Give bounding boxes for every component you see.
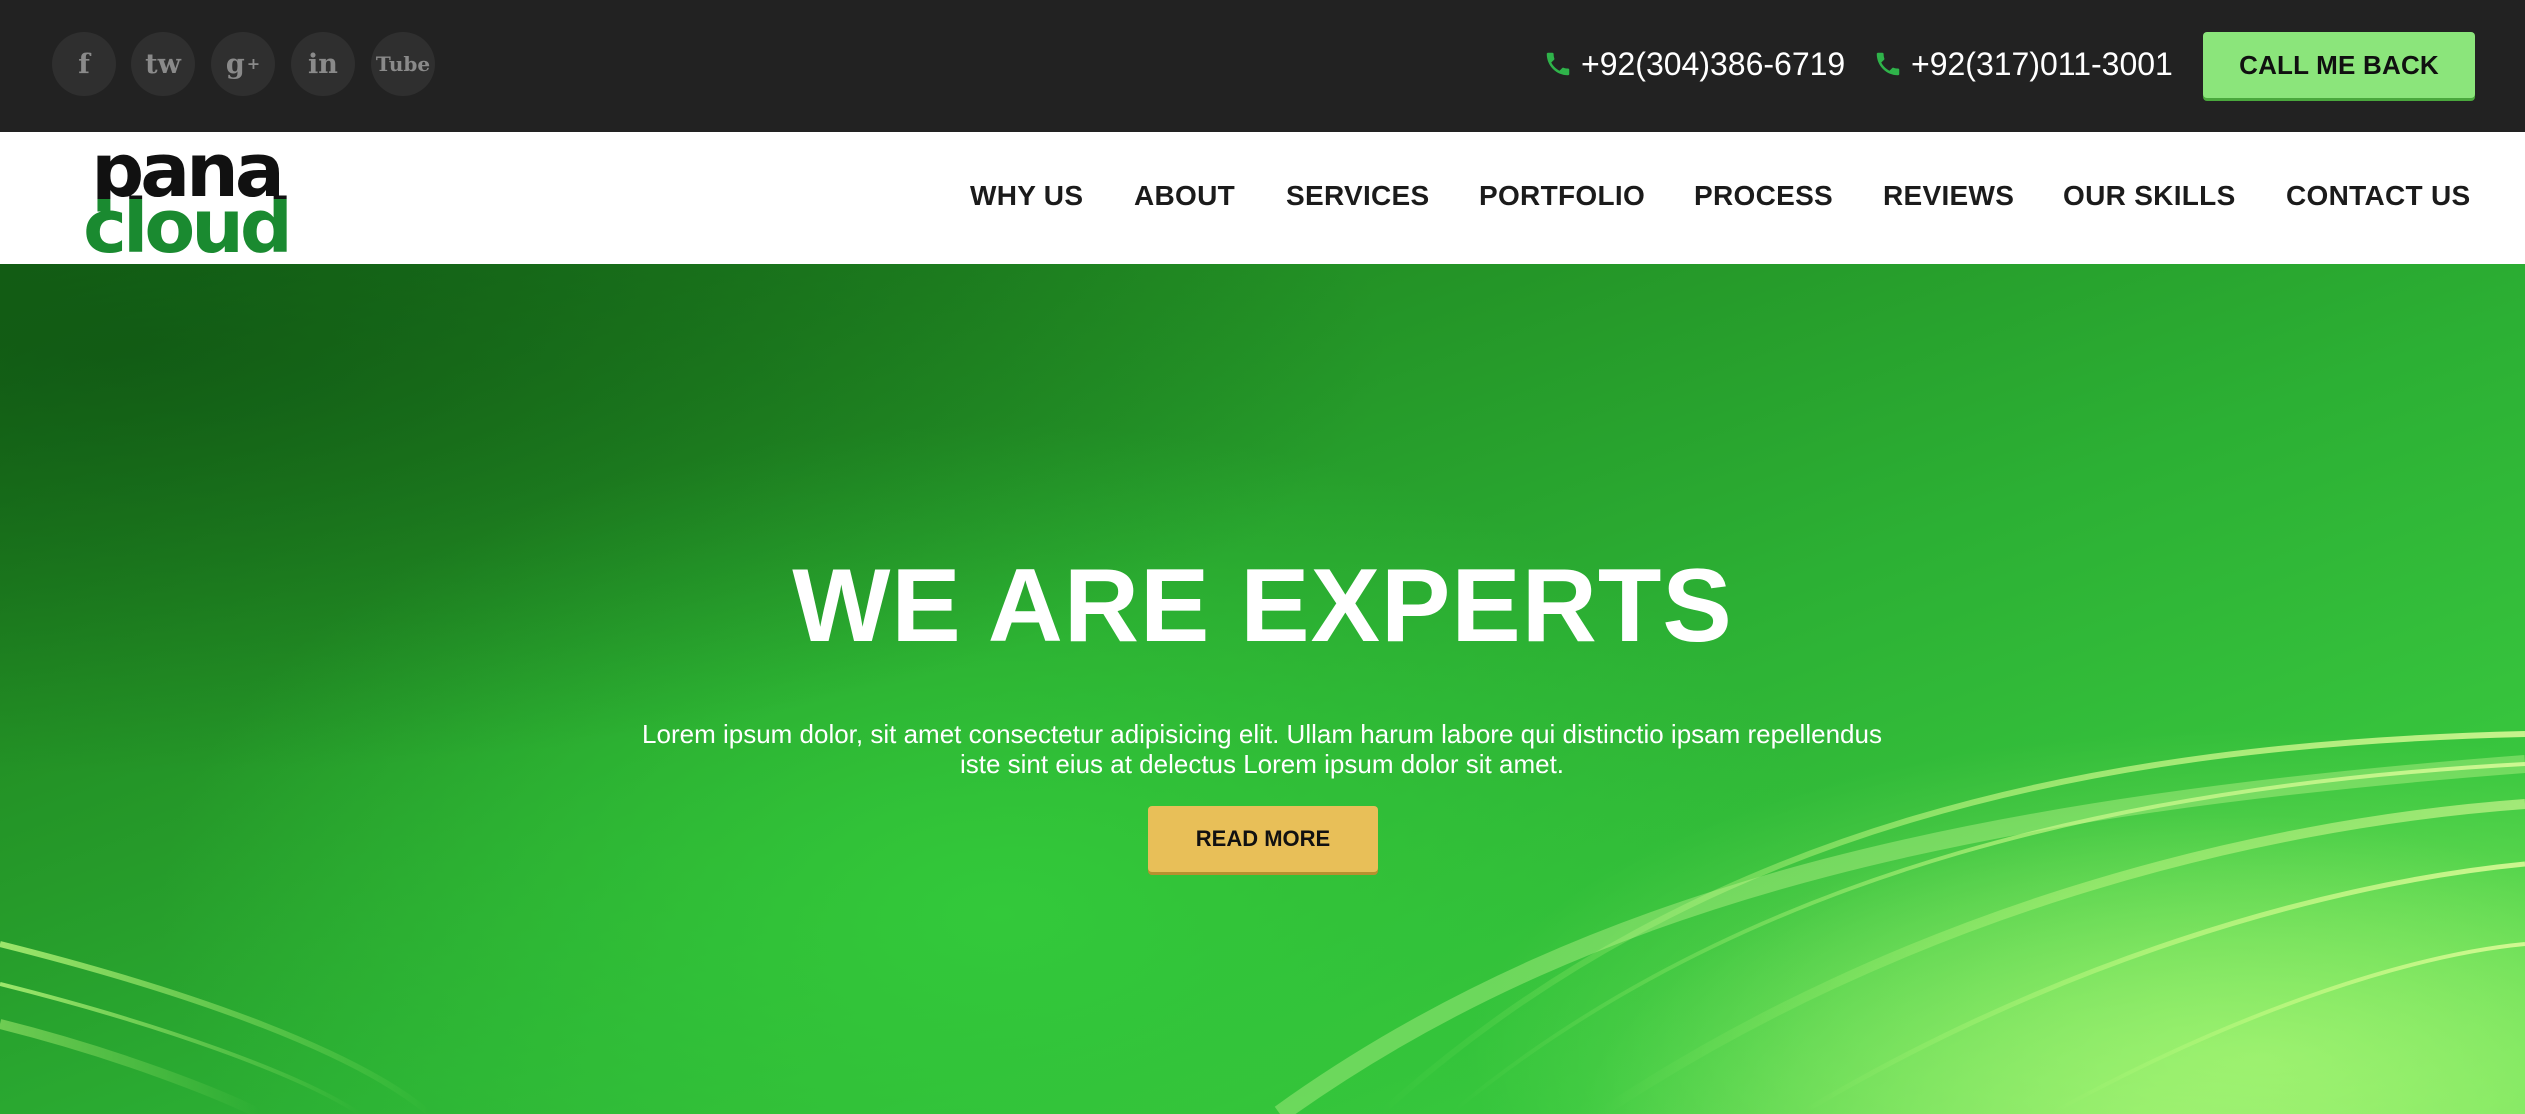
twitter-icon[interactable]: tw <box>131 32 195 96</box>
call-me-back-button[interactable]: CALL ME BACK <box>2203 32 2475 98</box>
nav-item-services[interactable]: SERVICES <box>1286 180 1430 212</box>
nav-item-our-skills[interactable]: OUR SKILLS <box>2063 180 2236 212</box>
nav-item-contact-us[interactable]: CONTACT US <box>2286 180 2470 212</box>
read-more-button[interactable]: READ MORE <box>1148 806 1378 872</box>
nav-item-why-us[interactable]: WHY US <box>970 180 1083 212</box>
top-bar: f tw g + in Tube +92(304)386-6719 +92(317… <box>0 0 2525 132</box>
nav-item-process[interactable]: PROCESS <box>1694 180 1833 212</box>
hero-description: Lorem ipsum dolor, sit amet consectetur … <box>642 719 1882 779</box>
phone-number-2[interactable]: +92(317)011-3001 <box>1873 44 2173 84</box>
phone-icon <box>1876 52 1900 76</box>
nav-item-portfolio[interactable]: PORTFOLIO <box>1479 180 1645 212</box>
linkedin-icon[interactable]: in <box>291 32 355 96</box>
phone-number-1[interactable]: +92(304)386-6719 <box>1543 44 1845 84</box>
youtube-icon[interactable]: Tube <box>371 32 435 96</box>
hero-background-waves <box>0 264 2525 1114</box>
hero-section: WE ARE EXPERTS Lorem ipsum dolor, sit am… <box>0 264 2525 1114</box>
google-plus-icon[interactable]: g + <box>211 32 275 96</box>
main-navigation: pana pana cloud cloud WHY US ABOUT SERVI… <box>0 132 2525 264</box>
nav-item-reviews[interactable]: REVIEWS <box>1883 180 2014 212</box>
facebook-icon[interactable]: f <box>52 32 116 96</box>
hero-title: WE ARE EXPERTS <box>792 548 1733 664</box>
pana-cloud-logo[interactable]: pana pana cloud cloud <box>68 140 304 258</box>
phone-icon <box>1546 52 1570 76</box>
nav-item-about[interactable]: ABOUT <box>1134 180 1235 212</box>
